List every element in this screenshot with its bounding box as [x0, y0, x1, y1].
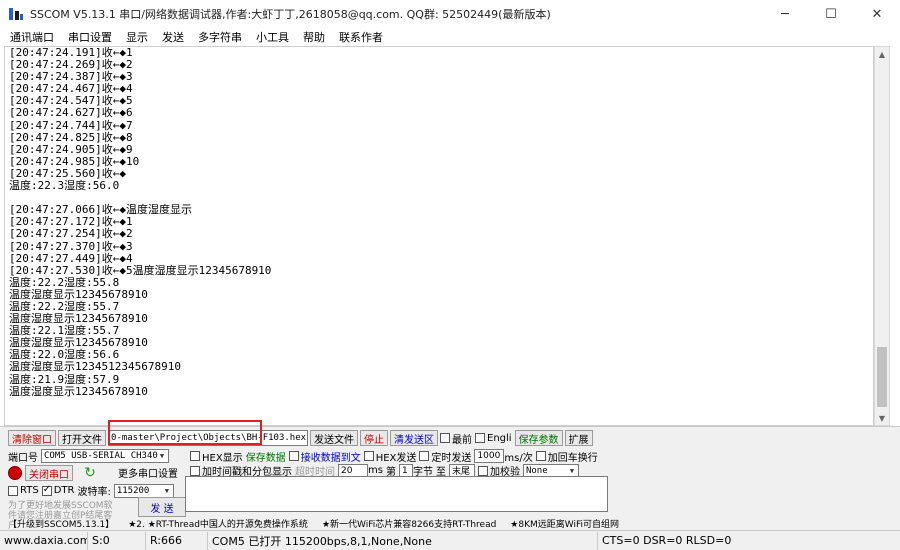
recv-to-file-label: 接收数据到文	[300, 452, 361, 464]
expand-button[interactable]: 扩展	[564, 430, 593, 446]
rts-checkbox[interactable]	[8, 485, 18, 496]
interval-unit: ms/次	[504, 452, 533, 464]
chevron-down-icon: ▼	[569, 466, 575, 475]
menu-send[interactable]: 发送	[162, 29, 184, 45]
receive-line: 温度湿度显示1234512345678910	[9, 360, 181, 374]
status-bar: www.daxia.com S:0 R:666 COM5 已打开 115200b…	[0, 530, 900, 550]
add-newline-checkbox[interactable]	[535, 451, 546, 461]
checksum-checkbox[interactable]	[477, 465, 488, 476]
hex-send-label: HEX发送	[375, 452, 417, 464]
news-ticker: 【升级到SSCOM5.13.1】 ★2. ★RT-Thread中国人的开源免费操…	[8, 517, 633, 530]
dtr-checkbox[interactable]	[41, 484, 52, 496]
hex-display-label: HEX显示	[202, 452, 243, 464]
baud-select[interactable]: 115200 ▼	[113, 483, 174, 498]
clear-send-button[interactable]: 清发送区	[390, 430, 438, 446]
receive-line: [20:47:24.744]收←◆7	[9, 118, 133, 132]
close-port-label[interactable]: 关闭串口	[25, 465, 73, 481]
receive-line: [20:47:24.825]收←◆8	[9, 130, 133, 144]
timestamp-checkbox[interactable]	[190, 465, 200, 476]
timed-send-label: 定时发送	[431, 452, 472, 464]
receive-line: [20:47:24.627]收←◆6	[9, 106, 133, 120]
receive-line: 温度:21.9湿度:57.9	[9, 372, 120, 386]
hex-row: HEX显示 保存数据 接收数据到文 HEX发送 定时发送 1000 ms/次 加…	[190, 449, 601, 464]
title-bar: SSCOM V5.13.1 串口/网络数据调试器,作者:大虾丁丁,2618058…	[0, 0, 900, 28]
menu-help[interactable]: 帮助	[303, 29, 325, 45]
record-icon	[8, 466, 22, 480]
receive-text: [20:47:24.191]收←◆1 [20:47:24.269]收←◆2 [20:…	[9, 47, 271, 398]
receive-line: 温度湿度显示12345678910	[9, 384, 148, 398]
receive-line: [20:47:27.370]收←◆3	[9, 239, 133, 253]
hex-send-checkbox[interactable]	[363, 451, 374, 461]
port-row: 端口号 COM5 USB-SERIAL CH340 ▼	[8, 449, 169, 464]
menu-contact-author[interactable]: 联系作者	[339, 29, 383, 45]
receive-line: 温度:22.3湿度:56.0	[9, 179, 120, 193]
menu-multi-string[interactable]: 多字符串	[198, 29, 242, 45]
more-settings-button[interactable]: 更多串口设置	[118, 465, 178, 480]
status-site[interactable]: www.daxia.com	[0, 531, 88, 550]
menu-serial-settings[interactable]: 串口设置	[68, 29, 112, 45]
send-textarea[interactable]	[185, 476, 608, 512]
ticker-item[interactable]: ★8KM远距离WiFi可自组网	[510, 517, 619, 530]
hex-display-checkbox[interactable]	[190, 451, 200, 461]
baud-label: 波特率:	[77, 487, 111, 498]
ticker-upgrade[interactable]: 【升级到SSCOM5.13.1】	[8, 517, 114, 530]
toolbar-row: 清除窗口 打开文件 0-master\Project\Objects\BH-F1…	[8, 430, 595, 446]
status-sent: S:0	[88, 531, 146, 550]
english-checkbox[interactable]	[475, 433, 485, 443]
receive-line: [20:47:27.530]收←◆5温度湿度显示12345678910	[9, 263, 272, 277]
topmost-checkbox[interactable]	[440, 433, 450, 443]
add-newline-label: 加回车换行	[547, 452, 598, 464]
scroll-thumb[interactable]	[877, 347, 887, 407]
menu-display[interactable]: 显示	[126, 29, 148, 45]
close-button[interactable]: ✕	[854, 0, 900, 28]
status-port-state: COM5 已打开 115200bps,8,1,None,None	[208, 531, 598, 550]
close-port-button[interactable]: 关闭串口	[8, 465, 75, 481]
menu-comm-port[interactable]: 通讯端口	[10, 29, 54, 45]
maximize-button[interactable]: ☐	[808, 0, 854, 28]
refresh-icon[interactable]: ↻	[82, 465, 98, 481]
receive-line: [20:47:27.449]收←◆4	[9, 251, 133, 265]
ticker-item[interactable]: ★2. ★RT-Thread中国人的开源免费操作系统	[128, 517, 308, 530]
english-label: Engli	[487, 432, 512, 444]
menu-bar: 通讯端口 串口设置 显示 发送 多字符串 小工具 帮助 联系作者	[0, 28, 900, 46]
port-select[interactable]: COM5 USB-SERIAL CH340 ▼	[41, 449, 169, 463]
receive-line: [20:47:27.254]收←◆2	[9, 227, 133, 241]
dtr-label: DTR	[53, 485, 75, 496]
save-data-label[interactable]: 保存数据	[246, 449, 286, 464]
send-button[interactable]: 发 送	[138, 497, 186, 517]
save-params-button[interactable]: 保存参数	[514, 430, 563, 446]
topmost-label: 最前	[452, 434, 472, 446]
scroll-up-icon[interactable]: ▲	[875, 47, 889, 61]
status-lines: CTS=0 DSR=0 RLSD=0	[602, 534, 732, 547]
chevron-down-icon: ▼	[159, 452, 165, 460]
recv-to-file-checkbox[interactable]	[288, 451, 299, 461]
timeout-unit: ms	[368, 465, 383, 476]
file-path-highlight	[108, 420, 262, 445]
open-file-button[interactable]: 打开文件	[58, 430, 106, 446]
app-logo-icon	[8, 6, 24, 22]
ticker-item[interactable]: ★新一代WiFi芯片兼容8266支持RT-Thread	[322, 517, 496, 530]
window-title: SSCOM V5.13.1 串口/网络数据调试器,作者:大虾丁丁,2618058…	[30, 8, 551, 21]
rts-label: RTS	[20, 485, 39, 496]
clear-window-button[interactable]: 清除窗口	[8, 430, 56, 446]
receive-scrollbar[interactable]: ▲ ▼	[874, 46, 890, 426]
menu-tools[interactable]: 小工具	[256, 29, 289, 45]
rts-dtr-row: RTS DTR 波特率: 115200▼	[8, 483, 174, 498]
receive-area[interactable]: [20:47:24.191]收←◆1 [20:47:24.269]收←◆2 [20:…	[4, 46, 874, 426]
send-file-button[interactable]: 发送文件	[310, 430, 358, 446]
interval-input[interactable]: 1000	[474, 449, 505, 463]
scroll-down-icon[interactable]: ▼	[875, 411, 889, 425]
chevron-down-icon: ▼	[164, 486, 169, 495]
timed-send-checkbox[interactable]	[419, 451, 430, 461]
port-label: 端口号	[8, 452, 38, 464]
status-received: R:666	[146, 531, 208, 550]
stop-button[interactable]: 停止	[360, 430, 388, 446]
minimize-button[interactable]: ─	[762, 0, 808, 28]
